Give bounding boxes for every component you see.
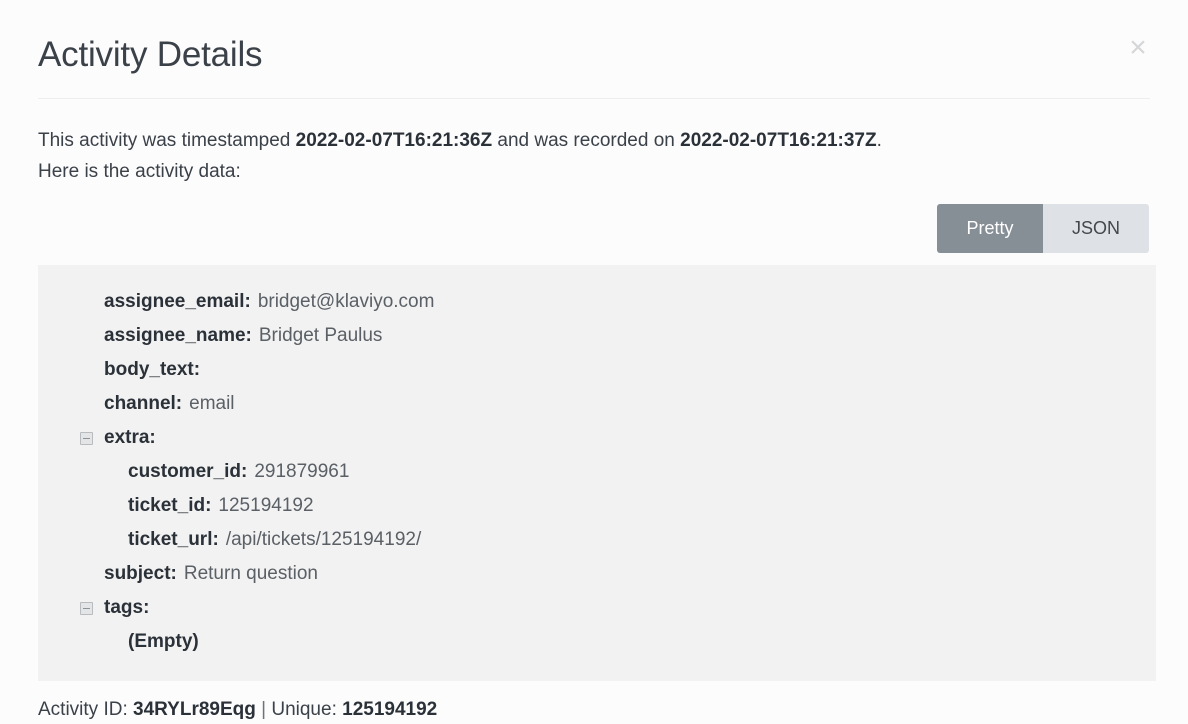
data-row-value: email: [189, 393, 235, 414]
recorded-value: 2022-02-07T16:21:37Z: [680, 130, 877, 151]
data-row: customer_id: 291879961: [38, 455, 1156, 489]
data-row-key: ticket_id:: [128, 495, 212, 516]
data-row-value: 125194192: [218, 495, 314, 516]
data-row: body_text:: [38, 353, 1156, 387]
close-icon[interactable]: ×: [1118, 28, 1158, 68]
data-row-value: 291879961: [254, 461, 350, 482]
data-row: subject: Return question: [38, 557, 1156, 591]
collapse-toggle-slot[interactable]: [80, 601, 104, 615]
activity-id-label: Activity ID:: [38, 699, 128, 720]
intro-suffix: .: [876, 130, 882, 151]
activity-details-modal: Activity Details × This activity was tim…: [0, 0, 1188, 722]
data-row: (Empty): [38, 625, 1156, 659]
data-row-value: Bridget Paulus: [258, 325, 383, 346]
data-row: channel: email: [38, 387, 1156, 421]
intro-prefix: This activity was timestamped: [38, 130, 296, 151]
data-row-value: Return question: [183, 563, 319, 584]
data-row-key: body_text:: [104, 359, 201, 380]
timestamped-value: 2022-02-07T16:21:36Z: [295, 130, 493, 151]
intro-middle: and was recorded on: [492, 130, 681, 151]
unique-value: 125194192: [342, 699, 438, 720]
collapse-minus-icon[interactable]: [80, 431, 93, 445]
data-row-key: customer_id:: [128, 461, 248, 482]
collapse-toggle-slot[interactable]: [80, 431, 104, 445]
collapse-minus-icon[interactable]: [80, 601, 93, 615]
data-row-key: tags:: [104, 597, 150, 618]
view-toggle-group: Pretty JSON: [937, 204, 1149, 253]
page-title: Activity Details: [38, 35, 263, 74]
data-row-key: assignee_name:: [104, 325, 252, 346]
intro-line2: Here is the activity data:: [38, 161, 241, 182]
activity-timestamp-summary: This activity was timestamped 2022-02-07…: [38, 99, 1150, 187]
data-row: ticket_url: /api/tickets/125194192/: [38, 523, 1156, 557]
data-row: extra:: [38, 421, 1156, 455]
data-row: assignee_name: Bridget Paulus: [38, 319, 1156, 353]
data-row-key: (Empty): [128, 631, 199, 652]
data-row-value: /api/tickets/125194192/: [225, 529, 422, 550]
activity-data-panel: assignee_email: bridget@klaviyo.com assign…: [38, 265, 1156, 681]
data-row-value: bridget@klaviyo.com: [257, 291, 435, 312]
data-row-key: assignee_email:: [104, 291, 251, 312]
data-row-key: ticket_url:: [128, 529, 219, 550]
view-toggle-row: Pretty JSON: [38, 204, 1150, 253]
data-row-key: extra:: [104, 427, 156, 448]
modal-header: Activity Details ×: [38, 0, 1150, 99]
activity-footer: Activity ID: 34RYLr89Eqg | Unique: 12519…: [38, 696, 1150, 724]
data-row-key: subject:: [104, 563, 177, 584]
footer-separator: |: [261, 699, 267, 720]
tab-json[interactable]: JSON: [1043, 204, 1149, 253]
data-row-key: channel:: [104, 393, 183, 414]
unique-label: Unique:: [271, 699, 337, 720]
data-row: ticket_id: 125194192: [38, 489, 1156, 523]
tab-pretty[interactable]: Pretty: [937, 204, 1043, 253]
data-row: tags:: [38, 591, 1156, 625]
activity-id-value: 34RYLr89Eqg: [133, 699, 256, 720]
data-row: assignee_email: bridget@klaviyo.com: [38, 285, 1156, 319]
